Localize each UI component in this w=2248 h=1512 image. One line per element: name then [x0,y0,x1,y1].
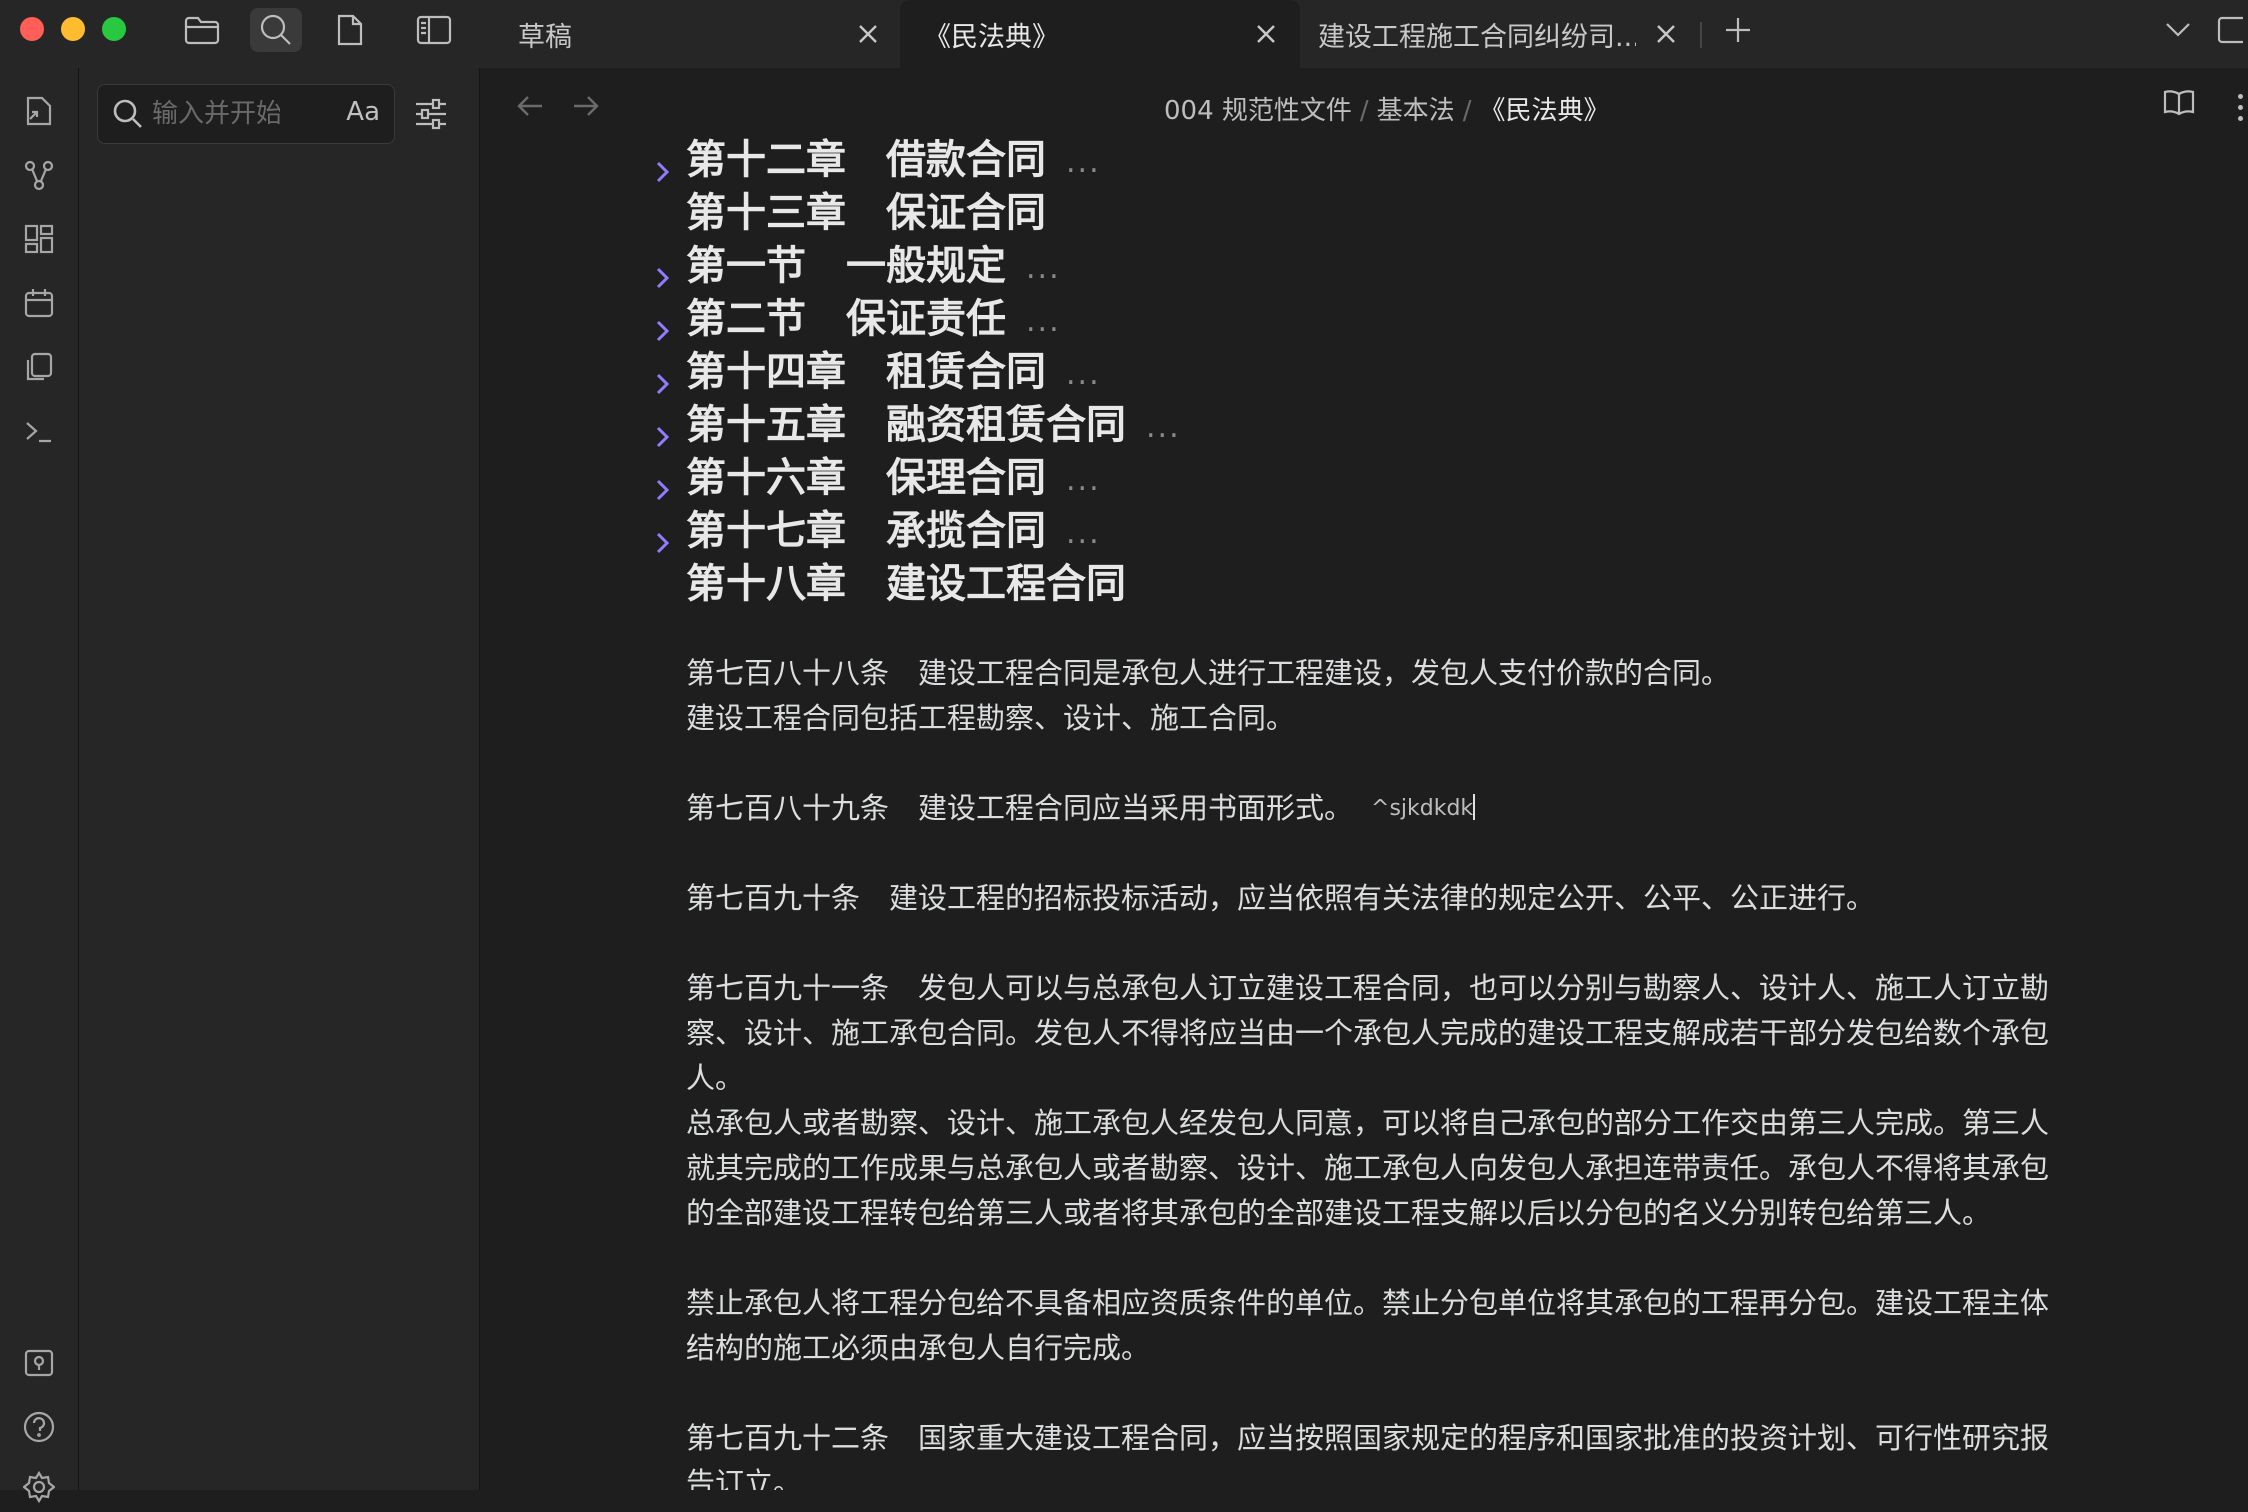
article-paragraph[interactable]: 第七百八十九条 建设工程合同应当采用书面形式。 ^sjkdkdk [686,786,2076,831]
calendar-icon[interactable] [14,278,64,328]
breadcrumb-separator: / [1359,96,1369,126]
window-minimize-button[interactable] [61,17,85,41]
heading-text: 第十六章 保理合同 [686,455,1046,501]
heading-text: 第十七章 承揽合同 [686,508,1046,554]
vault-switcher-icon[interactable] [14,1338,64,1388]
article-paragraph[interactable]: 第七百九十一条 发包人可以与总承包人订立建设工程合同，也可以分别与勘察人、设计人… [686,966,2076,1101]
heading-expanded[interactable]: 第十三章 保证合同 [686,187,2076,240]
heading-text: 第二节 保证责任 [686,296,1006,342]
tab-construction-dispute[interactable]: 建设工程施工合同纠纷司... [1300,0,1700,68]
search-settings-icon[interactable] [409,92,453,136]
canvas-icon[interactable] [14,214,64,264]
folded-ellipsis[interactable]: ... [1026,251,1061,286]
block-id-reference: ^sjkdkdk [1371,796,1474,821]
editor-pane: 004 规范性文件 / 基本法 / 《民法典》 第十二章 借款合同... 第十三章 保证… [480,68,2248,1490]
folded-ellipsis[interactable]: ... [1066,357,1101,392]
article-paragraph[interactable]: 建设工程合同包括工程勘察、设计、施工合同。 [686,696,2076,741]
fold-chevron-right-icon[interactable] [650,411,676,448]
article-paragraph[interactable]: 第七百八十八条 建设工程合同是承包人进行工程建设，发包人支付价款的合同。 [686,651,2076,696]
reading-view-book-icon[interactable] [2162,88,2196,122]
right-sidebar-toggle-icon[interactable] [2208,8,2248,52]
heading-collapsed[interactable]: 第十四章 租赁合同... [656,346,2076,399]
title-bar: 草稿 《民法典》 建设工程施工合同纠纷司... [0,0,2248,69]
tab-draft[interactable]: 草稿 [480,0,900,68]
fold-chevron-right-icon[interactable] [650,358,676,395]
folded-ellipsis[interactable]: ... [1026,304,1061,339]
search-input[interactable] [150,93,282,135]
tab-close-icon[interactable] [854,20,882,48]
tab-divider [1700,22,1702,48]
heading-collapsed[interactable]: 第二节 保证责任... [656,293,2076,346]
article-text: 第七百八十九条 建设工程合同应当采用书面形式。 [686,791,1354,825]
breadcrumb: 004 规范性文件 / 基本法 / 《民法典》 [1164,90,1609,127]
heading-collapsed[interactable]: 第十二章 借款合同... [656,134,2076,187]
fold-chevron-right-icon[interactable] [650,517,676,554]
heading-collapsed[interactable]: 第十六章 保理合同... [656,452,2076,505]
article-paragraph[interactable]: 禁止承包人将工程分包给不具备相应资质条件的单位。禁止分包单位将其承包的工程再分包… [686,1281,2076,1371]
navigate-back-icon[interactable] [512,88,548,124]
tab-label: 草稿 [518,21,572,53]
graph-view-icon[interactable] [14,150,64,200]
article-paragraph[interactable]: 第七百九十二条 国家重大建设工程合同，应当按照国家规定的程序和国家批准的投资计划… [686,1416,2076,1490]
fold-chevron-right-icon[interactable] [650,464,676,501]
text-cursor [1473,794,1476,820]
search-box: Aa [97,84,395,144]
search-pane: Aa [79,68,480,1490]
match-case-toggle[interactable]: Aa [346,97,380,127]
breadcrumb-folder[interactable]: 004 规范性文件 [1164,96,1352,126]
help-icon[interactable] [14,1402,64,1452]
left-ribbon [0,68,79,1503]
heading-expanded[interactable]: 第十八章 建设工程合同 [686,558,2076,611]
tab-list-chevron-down-icon[interactable] [2152,8,2204,52]
heading-text: 第十八章 建设工程合同 [686,561,1126,607]
heading-text: 第一节 一般规定 [686,243,1006,289]
navigate-forward-icon[interactable] [568,88,604,124]
breadcrumb-separator: / [1462,96,1472,126]
bookmarks-icon[interactable] [324,8,376,52]
folded-ellipsis[interactable]: ... [1066,463,1101,498]
command-palette-icon[interactable] [14,406,64,456]
folded-ellipsis[interactable]: ... [1066,145,1101,180]
heading-collapsed[interactable]: 第十五章 融资租赁合同... [656,399,2076,452]
fold-chevron-right-icon[interactable] [650,252,676,289]
settings-gear-icon[interactable] [14,1462,64,1512]
window-close-button[interactable] [20,17,44,41]
window-maximize-button[interactable] [102,17,126,41]
breadcrumb-subfolder[interactable]: 基本法 [1377,96,1455,126]
article-paragraph[interactable]: 总承包人或者勘察、设计、施工承包人经发包人同意，可以将自己承包的部分工作交由第三… [686,1101,2076,1236]
heading-text: 第十四章 租赁合同 [686,349,1046,395]
folded-ellipsis[interactable]: ... [1066,516,1101,551]
heading-text: 第十五章 融资租赁合同 [686,402,1126,448]
heading-text: 第十三章 保证合同 [686,190,1046,236]
search-icon[interactable] [250,8,302,52]
breadcrumb-current-file[interactable]: 《民法典》 [1479,96,1609,126]
tab-close-icon[interactable] [1252,20,1280,48]
tab-close-icon[interactable] [1652,20,1680,48]
heading-collapsed[interactable]: 第一节 一般规定... [656,240,2076,293]
fold-chevron-right-icon[interactable] [650,305,676,342]
sidebar-toggle-icon[interactable] [408,8,460,52]
article-paragraph[interactable]: 第七百九十条 建设工程的招标投标活动，应当依照有关法律的规定公开、公平、公正进行… [686,876,2076,921]
tab-civil-code[interactable]: 《民法典》 [900,0,1300,68]
heading-text: 第十二章 借款合同 [686,137,1046,183]
quick-switcher-icon[interactable] [14,86,64,136]
tab-label: 建设工程施工合同纠纷司... [1318,21,1636,53]
folded-ellipsis[interactable]: ... [1146,410,1181,445]
templates-icon[interactable] [14,342,64,392]
document-content[interactable]: 第十二章 借款合同... 第十三章 保证合同 第一节 一般规定... 第二节 保… [656,134,2076,1490]
file-explorer-icon[interactable] [176,8,228,52]
search-icon [113,99,142,128]
more-options-icon[interactable] [2234,92,2248,128]
heading-collapsed[interactable]: 第十七章 承揽合同... [656,505,2076,558]
new-tab-icon[interactable] [1712,8,1764,52]
tab-label: 《民法典》 [924,21,1059,53]
fold-chevron-right-icon[interactable] [650,146,676,183]
